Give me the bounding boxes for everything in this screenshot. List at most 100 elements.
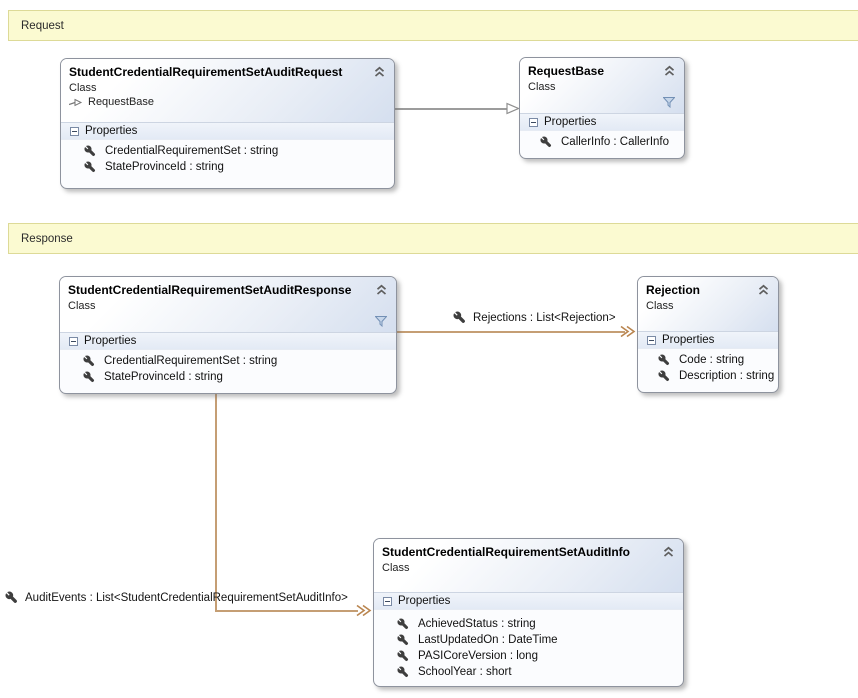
property-text: Description : string (679, 370, 774, 382)
property-wrench-icon (83, 371, 95, 383)
compartment-label: Properties (662, 334, 714, 346)
properties-rows: Code : string Description : string (638, 349, 778, 384)
property-text: CredentialRequirementSet : string (104, 355, 277, 367)
property-wrench-icon (397, 650, 409, 662)
association-label-auditevents[interactable]: AuditEvents : List<StudentCredentialRequ… (5, 591, 348, 604)
banner-label: Response (21, 233, 73, 245)
property-text: StateProvinceId : string (105, 161, 224, 173)
property-row[interactable]: SchoolYear : short (374, 664, 683, 680)
class-box-requestbase[interactable]: RequestBase Class Properties (519, 57, 685, 159)
property-row[interactable]: CallerInfo : CallerInfo (520, 134, 684, 150)
properties-rows: AchievedStatus : string LastUpdatedOn : … (374, 610, 683, 680)
class-kind: Class (382, 562, 675, 574)
expander-icon[interactable] (70, 127, 79, 136)
collapse-chevron-icon[interactable] (757, 284, 770, 296)
property-wrench-icon (453, 311, 466, 324)
class-name: StudentCredentialRequirementSetAuditInfo (382, 545, 675, 559)
class-kind: Class (646, 300, 770, 312)
inheritance-arrow-icon (69, 98, 83, 107)
class-name: StudentCredentialRequirementSetAuditRequ… (69, 65, 386, 79)
class-name: StudentCredentialRequirementSetAuditResp… (68, 283, 388, 297)
property-row[interactable]: Code : string (638, 352, 778, 368)
comment-banner-request[interactable]: Request (8, 10, 858, 41)
property-row[interactable]: CredentialRequirementSet : string (60, 353, 396, 369)
property-row[interactable]: StateProvinceId : string (60, 369, 396, 385)
inheritance-triangle-icon (506, 102, 520, 115)
association-label-text: Rejections : List<Rejection> (473, 312, 616, 324)
properties-compartment-header[interactable]: Properties (374, 593, 683, 610)
property-text: CallerInfo : CallerInfo (561, 136, 669, 148)
properties-compartment-header[interactable]: Properties (61, 123, 394, 140)
properties-compartment-header[interactable]: Properties (520, 114, 684, 131)
class-header: StudentCredentialRequirementSetAuditRequ… (61, 59, 394, 123)
banner-label: Request (21, 20, 64, 32)
class-kind: Class (68, 300, 388, 312)
property-wrench-icon (5, 591, 18, 604)
property-text: Code : string (679, 354, 744, 366)
association-connector-rejections[interactable] (395, 331, 625, 333)
property-wrench-icon (540, 136, 552, 148)
property-wrench-icon (83, 355, 95, 367)
property-text: PASICoreVersion : long (418, 650, 538, 662)
property-text: AchievedStatus : string (418, 618, 536, 630)
properties-rows: CredentialRequirementSet : string StateP… (60, 350, 396, 385)
class-header: StudentCredentialRequirementSetAuditInfo… (374, 539, 683, 593)
property-wrench-icon (397, 634, 409, 646)
property-row[interactable]: LastUpdatedOn : DateTime (374, 632, 683, 648)
class-header: Rejection Class (638, 277, 778, 332)
association-connector-auditevents-vertical[interactable] (215, 392, 217, 610)
compartment-label: Properties (544, 116, 596, 128)
properties-compartment-header[interactable]: Properties (60, 333, 396, 350)
collapse-chevron-icon[interactable] (375, 284, 388, 296)
property-row[interactable]: StateProvinceId : string (61, 159, 394, 175)
compartment-label: Properties (84, 335, 136, 347)
association-connector-auditevents-horizontal[interactable] (215, 610, 358, 612)
class-kind: Class (528, 81, 676, 93)
association-label-text: AuditEvents : List<StudentCredentialRequ… (25, 592, 348, 604)
filter-icon[interactable] (663, 97, 675, 108)
compartment-label: Properties (398, 595, 450, 607)
expander-icon[interactable] (69, 337, 78, 346)
property-wrench-icon (84, 161, 96, 173)
class-box-response[interactable]: StudentCredentialRequirementSetAuditResp… (59, 276, 397, 394)
expander-icon[interactable] (529, 118, 538, 127)
association-arrow-icon (354, 604, 372, 617)
properties-rows: CallerInfo : CallerInfo (520, 131, 684, 150)
collapse-chevron-icon[interactable] (663, 65, 676, 77)
class-box-request[interactable]: StudentCredentialRequirementSetAuditRequ… (60, 58, 395, 189)
property-text: SchoolYear : short (418, 666, 512, 678)
property-wrench-icon (658, 370, 670, 382)
filter-icon[interactable] (375, 316, 387, 327)
inheritance-connector[interactable] (393, 108, 508, 110)
expander-icon[interactable] (647, 336, 656, 345)
comment-banner-response[interactable]: Response (8, 223, 858, 254)
class-header: StudentCredentialRequirementSetAuditResp… (60, 277, 396, 333)
compartment-label: Properties (85, 125, 137, 137)
class-box-rejection[interactable]: Rejection Class Properties Code : stri (637, 276, 779, 393)
class-box-auditinfo[interactable]: StudentCredentialRequirementSetAuditInfo… (373, 538, 684, 687)
properties-compartment-header[interactable]: Properties (638, 332, 778, 349)
property-row[interactable]: AchievedStatus : string (374, 616, 683, 632)
association-arrow-icon (618, 325, 636, 338)
property-text: LastUpdatedOn : DateTime (418, 634, 558, 646)
property-row[interactable]: PASICoreVersion : long (374, 648, 683, 664)
property-wrench-icon (658, 354, 670, 366)
class-diagram-canvas: Request Response Rejections : List<Rejec… (0, 0, 858, 698)
class-name: Rejection (646, 283, 770, 297)
association-label-rejections[interactable]: Rejections : List<Rejection> (453, 311, 616, 324)
base-type-row[interactable]: RequestBase (69, 96, 386, 108)
base-type-name: RequestBase (88, 96, 154, 108)
property-wrench-icon (397, 618, 409, 630)
property-text: StateProvinceId : string (104, 371, 223, 383)
property-text: CredentialRequirementSet : string (105, 145, 278, 157)
class-name: RequestBase (528, 64, 676, 78)
collapse-chevron-icon[interactable] (373, 66, 386, 78)
property-wrench-icon (397, 666, 409, 678)
property-row[interactable]: CredentialRequirementSet : string (61, 143, 394, 159)
properties-rows: CredentialRequirementSet : string StateP… (61, 140, 394, 175)
property-wrench-icon (84, 145, 96, 157)
property-row[interactable]: Description : string (638, 368, 778, 384)
class-header: RequestBase Class (520, 58, 684, 114)
collapse-chevron-icon[interactable] (662, 546, 675, 558)
expander-icon[interactable] (383, 597, 392, 606)
